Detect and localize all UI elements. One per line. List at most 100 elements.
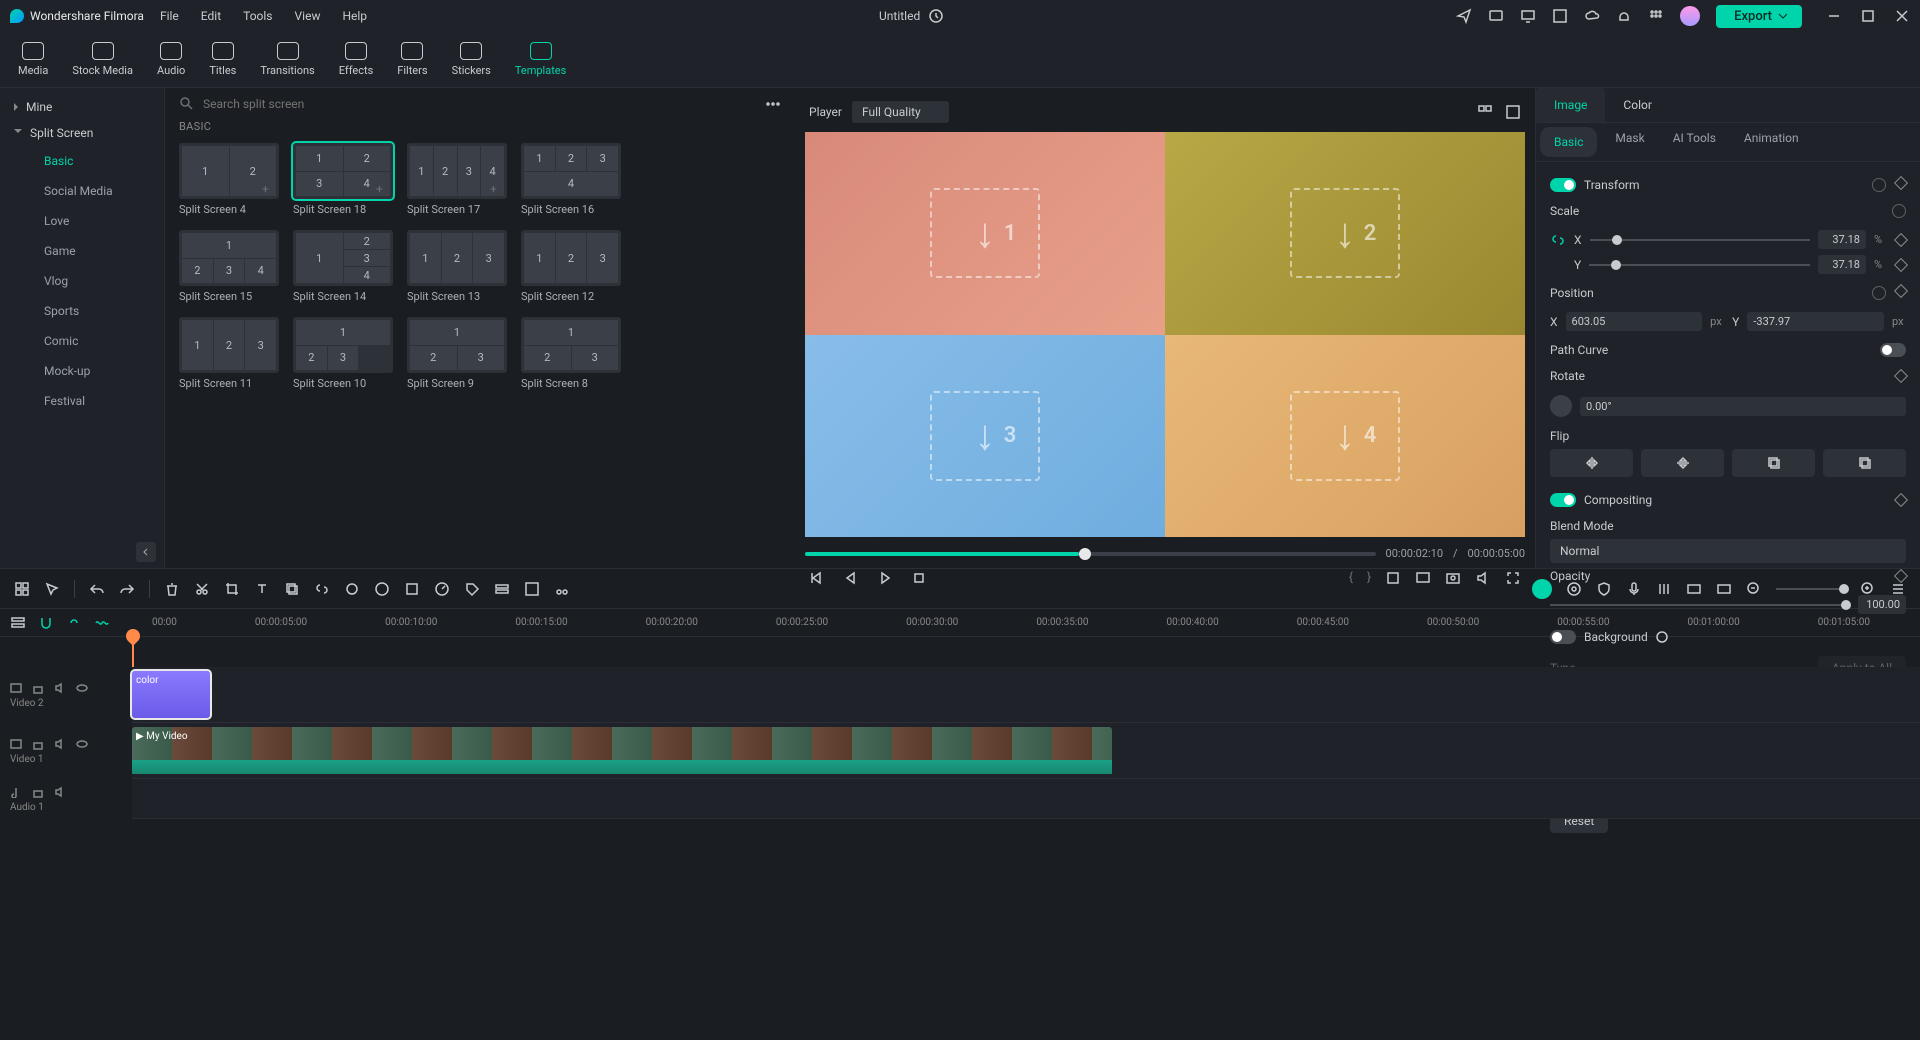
eye-icon[interactable] [76, 738, 88, 750]
target-icon[interactable] [1566, 581, 1582, 597]
drop-zone-3[interactable]: ↓3 [930, 391, 1040, 481]
undo-icon[interactable] [89, 581, 105, 597]
template-thumb[interactable]: 1234+ [407, 143, 507, 199]
search-input[interactable] [203, 97, 755, 111]
lock-icon[interactable] [32, 682, 44, 694]
player-canvas[interactable]: ↓1 ↓2 ↓3 ↓4 [805, 132, 1525, 537]
lock-icon[interactable] [32, 738, 44, 750]
flip-horizontal-button[interactable] [1550, 449, 1633, 477]
keyframe-icon[interactable] [1894, 176, 1908, 190]
module-effects[interactable]: Effects [339, 42, 374, 77]
keyframe-icon[interactable] [1894, 369, 1908, 383]
mixer-icon[interactable] [1656, 581, 1672, 597]
sidebar-item-basic[interactable]: Basic [0, 146, 164, 176]
play-back-icon[interactable] [843, 570, 859, 586]
menu-help[interactable]: Help [342, 9, 367, 23]
tab-color[interactable]: Color [1605, 88, 1669, 122]
lock-icon[interactable] [32, 786, 44, 798]
scale-x-slider[interactable] [1590, 239, 1810, 241]
zoom-slider[interactable] [1776, 588, 1846, 590]
redo-icon[interactable] [119, 581, 135, 597]
mute-icon[interactable] [54, 738, 66, 750]
brace-close[interactable]: } [1367, 570, 1371, 586]
scrubber[interactable] [805, 552, 1376, 556]
clock-icon[interactable] [928, 8, 944, 24]
template-thumb[interactable]: 1234 [179, 230, 279, 286]
template-thumb[interactable]: 123 [521, 230, 621, 286]
template-thumb[interactable]: 123 [293, 317, 393, 373]
template-thumb[interactable]: 123 [179, 317, 279, 373]
template-thumb[interactable]: 123 [407, 230, 507, 286]
zoom-in-icon[interactable] [1860, 581, 1876, 597]
menu-file[interactable]: File [160, 9, 179, 23]
video-track-icon[interactable] [10, 682, 22, 694]
sidebar-item-love[interactable]: Love [0, 206, 164, 236]
render-icon[interactable] [1686, 581, 1702, 597]
zoom-out-icon[interactable] [1746, 581, 1762, 597]
avatar[interactable] [1680, 6, 1700, 26]
subtab-basic[interactable]: Basic [1540, 127, 1597, 157]
menu-tools[interactable]: Tools [243, 9, 272, 23]
effect-icon[interactable] [404, 581, 420, 597]
close-icon[interactable] [1894, 8, 1910, 24]
module-audio[interactable]: Audio [157, 42, 185, 77]
menu-view[interactable]: View [295, 9, 321, 23]
scale-y-input[interactable]: 37.18 [1818, 255, 1866, 274]
template-thumb[interactable]: 1234+ [293, 143, 393, 199]
template-thumb[interactable]: 1234 [521, 143, 621, 199]
sidebar-item-game[interactable]: Game [0, 236, 164, 266]
pos-x-input[interactable]: 603.05 [1566, 312, 1703, 331]
image-icon[interactable] [1505, 104, 1521, 120]
module-stickers[interactable]: Stickers [452, 42, 491, 77]
link-icon[interactable] [1550, 232, 1566, 248]
pos-y-input[interactable]: -337.97 [1747, 312, 1884, 331]
snapshot-icon[interactable] [1445, 570, 1461, 586]
magnet-icon[interactable] [38, 615, 54, 631]
template-thumb[interactable]: 123 [407, 317, 507, 373]
template-thumb[interactable]: 12+ [179, 143, 279, 199]
rotate-dial[interactable] [1550, 395, 1572, 417]
flip-copy-button[interactable] [1732, 449, 1815, 477]
rotate-input[interactable]: 0.00° [1580, 397, 1906, 416]
fit-icon[interactable] [1716, 581, 1732, 597]
video-track-icon[interactable] [10, 738, 22, 750]
play-icon[interactable] [877, 570, 893, 586]
tab-image[interactable]: Image [1536, 88, 1605, 122]
list-icon[interactable] [1890, 581, 1906, 597]
scale-y-slider[interactable] [1589, 264, 1810, 266]
smiley-icon[interactable] [1532, 579, 1552, 599]
reset-icon[interactable] [1892, 204, 1906, 218]
keyframe-icon[interactable] [1894, 493, 1908, 507]
cursor-icon[interactable] [44, 581, 60, 597]
mute-icon[interactable] [54, 682, 66, 694]
crop-icon[interactable] [1385, 570, 1401, 586]
menu-edit[interactable]: Edit [201, 9, 221, 23]
sidebar-collapse-button[interactable] [136, 542, 156, 562]
wave-icon[interactable] [94, 615, 110, 631]
transform-toggle[interactable] [1550, 178, 1576, 192]
module-transitions[interactable]: Transitions [260, 42, 314, 77]
flip-copy2-button[interactable] [1823, 449, 1906, 477]
sidebar-item-comic[interactable]: Comic [0, 326, 164, 356]
keyframe-icon[interactable] [1894, 284, 1908, 298]
fullscreen-icon[interactable] [1505, 570, 1521, 586]
timeline-ruler[interactable]: 00:0000:00:05:0000:00:10:0000:00:15:0000… [152, 617, 1870, 628]
sidebar-item-sports[interactable]: Sports [0, 296, 164, 326]
message-icon[interactable] [1488, 8, 1504, 24]
sidebar-split-screen[interactable]: Split Screen [0, 120, 164, 146]
cloud-icon[interactable] [1584, 8, 1600, 24]
sidebar-item-mockup[interactable]: Mock-up [0, 356, 164, 386]
drop-zone-2[interactable]: ↓2 [1290, 188, 1400, 278]
module-templates[interactable]: Templates [515, 42, 566, 77]
sidebar-item-vlog[interactable]: Vlog [0, 266, 164, 296]
send-icon[interactable] [1456, 8, 1472, 24]
copy-icon[interactable] [284, 581, 300, 597]
mic-icon[interactable] [1626, 581, 1642, 597]
sidebar-item-social[interactable]: Social Media [0, 176, 164, 206]
clip-video2[interactable]: color [132, 671, 210, 718]
stop-icon[interactable] [911, 570, 927, 586]
sidebar-item-festival[interactable]: Festival [0, 386, 164, 416]
link-icon[interactable] [314, 581, 330, 597]
opacity-slider[interactable] [1550, 604, 1850, 606]
prev-frame-icon[interactable] [809, 570, 825, 586]
